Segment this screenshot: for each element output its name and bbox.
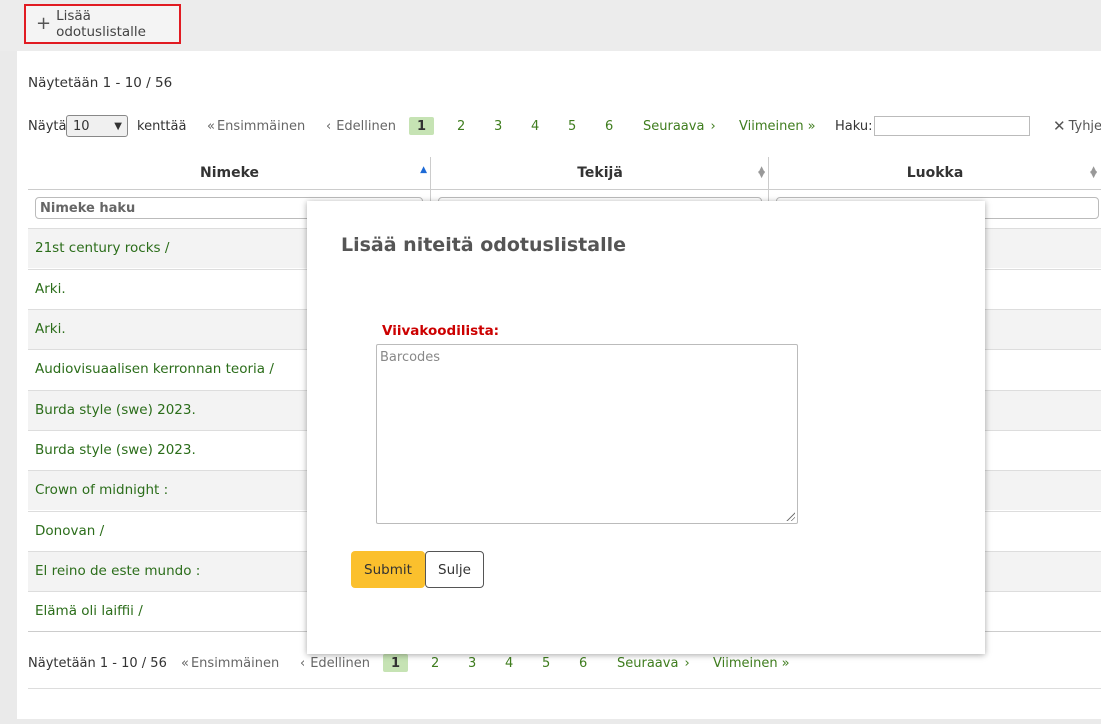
close-button[interactable]: Sulje [425, 551, 484, 588]
title-link[interactable]: Audiovisuaalisen kerronnan teoria / [35, 361, 274, 377]
chevron-down-icon: ▼ [114, 120, 122, 132]
clear-search-button[interactable]: ✕Tyhjennä [1053, 114, 1101, 138]
title-link[interactable]: Elämä oli laiffii / [35, 603, 143, 619]
pagination-next[interactable]: Seuraava › [617, 653, 690, 673]
close-icon: ✕ [1053, 117, 1066, 135]
title-link[interactable]: Arki. [35, 321, 66, 337]
double-chevron-right-icon: » [781, 655, 790, 671]
table-info-top: Näytetään 1 - 10 / 56 [28, 75, 173, 91]
title-link[interactable]: Burda style (swe) 2023. [35, 442, 196, 458]
title-link[interactable]: El reino de este mundo : [35, 563, 200, 579]
barcodes-textarea[interactable]: Barcodes [376, 344, 798, 524]
pagination-page-3[interactable]: 3 [494, 114, 502, 138]
pagination-last[interactable]: Viimeinen» [739, 114, 816, 138]
current-page: 1 [383, 654, 409, 672]
pagination-next-label: Seuraava [617, 655, 679, 671]
title-link[interactable]: Donovan / [35, 523, 104, 539]
page-length-select[interactable]: 10 ▼ [66, 114, 128, 138]
search-field[interactable] [874, 114, 1030, 138]
title-link[interactable]: 21st century rocks / [35, 240, 169, 256]
add-items-modal: Lisää niteitä odotuslistalle Viivakoodil… [307, 201, 985, 654]
sort-icon: ▲ ▼ [758, 165, 765, 180]
pagination-last-label: Viimeinen [713, 655, 778, 671]
title-link[interactable]: Crown of midnight : [35, 482, 168, 498]
plus-icon: + [36, 13, 52, 34]
add-to-waiting-list-label: Lisää odotuslistalle [56, 8, 146, 40]
chevron-left-icon: ‹ [326, 118, 332, 134]
search-input[interactable] [874, 116, 1030, 136]
toolbar: + Lisää odotuslistalle [0, 0, 1101, 51]
table-controls: Näytä 10 ▼ kenttää «Ensimmäinen ‹ Edelline… [17, 114, 1101, 138]
pagination-page-1[interactable]: 1 [409, 114, 435, 138]
table-footer-controls: Näytetään 1 - 10 / 56 «Ensimmäinen ‹ Edel… [17, 653, 1101, 677]
pagination-last-label: Viimeinen [739, 118, 804, 134]
pagination-first[interactable]: «Ensimmäinen [207, 114, 305, 138]
column-class-label: Luokka [906, 165, 964, 181]
barcode-list-label: Viivakoodilista: [382, 323, 500, 339]
chevron-left-icon: ‹ [300, 655, 306, 671]
title-link[interactable]: Arki. [35, 281, 66, 297]
pagination-previous[interactable]: ‹ Edellinen [326, 114, 396, 138]
title-link[interactable]: Burda style (swe) 2023. [35, 402, 196, 418]
double-chevron-right-icon: » [807, 118, 816, 134]
column-header-title[interactable]: Nimeke ▲ [28, 157, 431, 189]
chevron-right-icon: › [710, 118, 716, 134]
double-chevron-left-icon: « [207, 118, 215, 134]
pagination-page-4[interactable]: 4 [531, 114, 539, 138]
pagination-first-label: Ensimmäinen [216, 118, 306, 134]
column-title-label: Nimeke [199, 165, 260, 181]
sort-ascending-icon: ▲ [420, 165, 427, 175]
pagination-next-label: Seuraava [643, 118, 705, 134]
pagination-page-5[interactable]: 5 [568, 114, 576, 138]
pagination-page-3[interactable]: 3 [468, 653, 476, 673]
pagination-next[interactable]: Seuraava › [643, 114, 716, 138]
pagination-page-6[interactable]: 6 [605, 114, 613, 138]
table-header: Nimeke ▲ Tekijä ▲ ▼ Luokka ▲ ▼ [28, 157, 1101, 190]
entries-label: kenttää [137, 118, 187, 134]
current-page: 1 [409, 117, 435, 135]
pagination-first-label: Ensimmäinen [190, 655, 280, 671]
submit-button[interactable]: Submit [351, 551, 425, 588]
pagination-page-6[interactable]: 6 [579, 653, 587, 673]
barcodes-placeholder: Barcodes [380, 350, 441, 365]
search-label: Haku: [835, 118, 873, 134]
column-header-author[interactable]: Tekijä ▲ ▼ [431, 157, 769, 189]
column-author-label: Tekijä [577, 165, 623, 181]
double-chevron-left-icon: « [181, 655, 189, 671]
modal-title: Lisää niteitä odotuslistalle [341, 234, 626, 256]
clear-search-label: Tyhjennä [1068, 118, 1101, 134]
footer-divider [28, 688, 1101, 689]
resize-handle-icon[interactable] [785, 511, 795, 521]
pagination-previous-label: Edellinen [336, 118, 396, 134]
pagination-page-5[interactable]: 5 [542, 653, 550, 673]
add-to-waiting-list-button[interactable]: + Lisää odotuslistalle [24, 4, 181, 44]
page-length-value: 10 [73, 118, 90, 134]
pagination-last[interactable]: Viimeinen» [713, 653, 790, 673]
pagination-previous-label: Edellinen [310, 655, 370, 671]
chevron-right-icon: › [684, 655, 690, 671]
sort-icon: ▲ ▼ [1090, 165, 1097, 180]
pagination-page-1[interactable]: 1 [383, 653, 409, 673]
pagination-first[interactable]: «Ensimmäinen [181, 653, 279, 673]
pagination-previous[interactable]: ‹ Edellinen [300, 653, 370, 673]
show-label: Näytä [28, 118, 67, 134]
table-info-bottom: Näytetään 1 - 10 / 56 [28, 655, 167, 671]
pagination-page-2[interactable]: 2 [431, 653, 439, 673]
pagination-page-2[interactable]: 2 [457, 114, 465, 138]
column-header-class[interactable]: Luokka ▲ ▼ [769, 157, 1101, 189]
pagination-page-4[interactable]: 4 [505, 653, 513, 673]
